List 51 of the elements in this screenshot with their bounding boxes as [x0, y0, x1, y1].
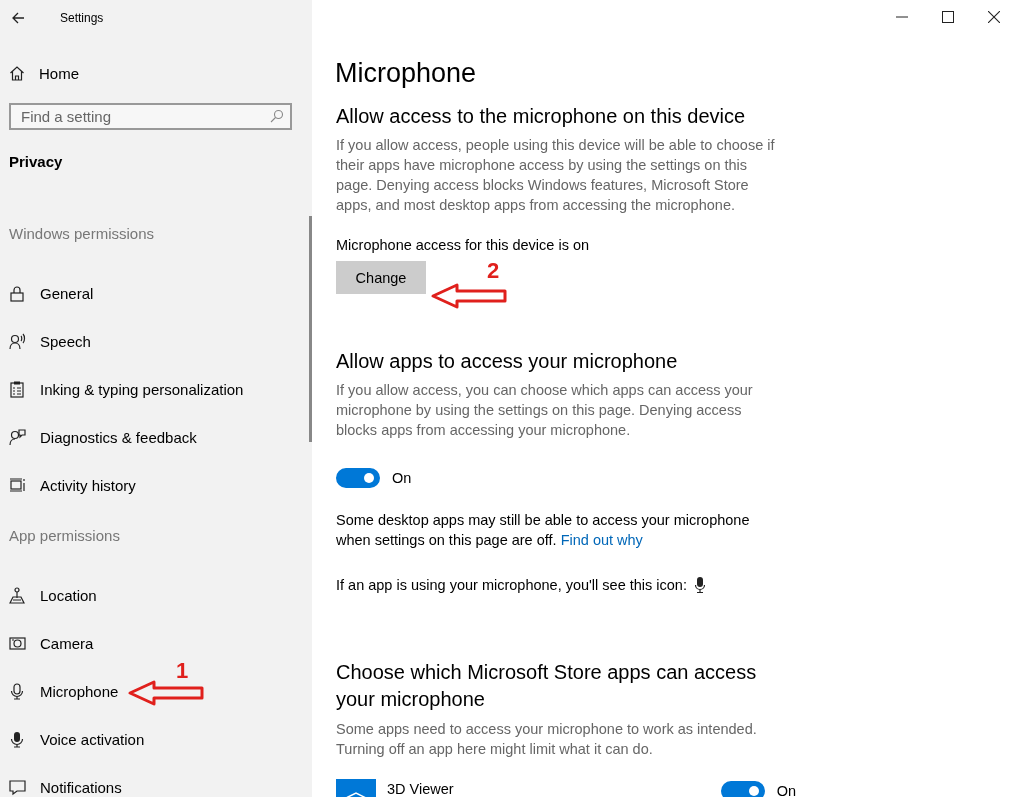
scrollbar[interactable]: [309, 216, 312, 442]
sidebar-item[interactable]: Speech: [9, 326, 312, 356]
search-icon: [270, 109, 284, 123]
description-text: If you allow access, people using this device will be able to choose if their apps have microphone access by using the settings on this page. Denying access blocks Windows features, Microsoft Store apps, and most desktop apps from accessing the microphone.: [336, 136, 776, 215]
change-button[interactable]: Change: [336, 261, 426, 294]
description-text: Some apps need to access your microphone to work as intended. Turning off an app here might limit what it can do.: [336, 720, 758, 759]
section-heading: Allow access to the microphone on this device: [336, 104, 747, 129]
home-item[interactable]: Home: [9, 54, 312, 92]
sidebar-item[interactable]: Camera: [9, 628, 312, 658]
section-title: Privacy: [9, 153, 64, 170]
section-heading: Allow apps to access your microphone: [336, 349, 679, 374]
app-name: 3D Viewer: [387, 781, 454, 797]
icon-note-text: If an app is using your microphone, you'll see this icon:: [336, 576, 687, 595]
toggle-switch[interactable]: [720, 781, 765, 797]
toggle-label: On: [776, 783, 796, 797]
sidebar-item[interactable]: Inking & typing personalization: [9, 374, 312, 404]
sidebar-item[interactable]: Diagnostics & feedback: [9, 422, 312, 452]
sidebar-item[interactable]: Notifications: [9, 772, 312, 797]
timeline-icon: [9, 476, 26, 494]
group-heading: App permissions: [9, 527, 121, 546]
status-text: Microphone access for this device is on: [336, 236, 591, 255]
speech-icon: [9, 332, 26, 350]
location-icon: [9, 586, 26, 604]
description-text: If you allow access, you can choose which apps can access your microphone by using the settings on this page. Denying access blocks apps from accessing your microphone.: [336, 381, 754, 440]
note-text: Some desktop apps may still be able to access your microphone when settings on this page are off. Find out why: [336, 511, 751, 550]
section-heading: Choose which Microsoft Store apps can access your microphone: [336, 660, 758, 712]
microphone-icon: [9, 730, 26, 748]
maximize-icon[interactable]: [942, 11, 954, 23]
camera-icon: [9, 634, 26, 652]
close-icon[interactable]: [988, 11, 1000, 23]
window-title: Settings: [60, 11, 104, 25]
toggle-switch[interactable]: [336, 468, 380, 488]
back-arrow-icon[interactable]: [11, 12, 25, 24]
search-field[interactable]: Find a setting: [9, 103, 292, 130]
home-icon: [9, 65, 25, 81]
annotation-number: 2: [487, 259, 500, 283]
page-title: Microphone: [335, 58, 478, 88]
notification-icon: [9, 778, 26, 796]
clipboard-icon: [9, 380, 26, 398]
group-heading: Windows permissions: [9, 225, 156, 244]
annotation-number: 1: [176, 659, 189, 683]
feedback-icon: [9, 428, 26, 446]
microphone-icon: [694, 577, 705, 593]
lock-icon: [9, 284, 26, 302]
find-out-why-link[interactable]: Find out why: [560, 532, 643, 548]
sidebar-item[interactable]: General: [9, 278, 312, 308]
sidebar-item[interactable]: Voice activation: [9, 724, 312, 754]
toggle-label: On: [392, 470, 412, 486]
sidebar-item[interactable]: Activity history: [9, 470, 312, 500]
sidebar-item[interactable]: Location: [9, 580, 312, 610]
microphone-icon: [9, 682, 26, 700]
